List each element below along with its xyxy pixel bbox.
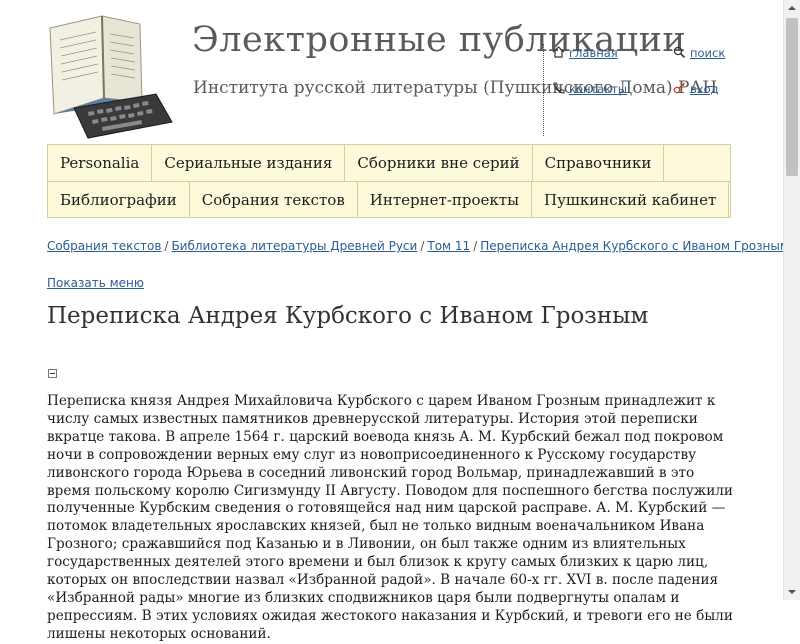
search-link-wrap[interactable]: поиск: [673, 46, 725, 60]
breadcrumb-item[interactable]: Том 11: [427, 239, 470, 253]
breadcrumb-separator: /: [164, 239, 169, 253]
site-subtitle: Института русской литературы (Пушкинског…: [193, 78, 718, 98]
nav-row-2: Библиографии Собрания текстов Интернет-п…: [48, 182, 730, 218]
page-title: Переписка Андрея Курбского с Иваном Гроз…: [47, 303, 649, 329]
nav-item-bibliographies[interactable]: Библиографии: [48, 182, 190, 218]
nav-item-reference[interactable]: Справочники: [533, 145, 665, 181]
home-link-wrap[interactable]: главная: [552, 46, 618, 60]
main-nav: Personalia Сериальные издания Сборники в…: [47, 144, 731, 218]
collapse-toggle-icon[interactable]: [48, 369, 57, 378]
header-divider: [543, 44, 544, 136]
article-body: Переписка князя Андрея Михайловича Курбс…: [47, 393, 733, 642]
nav-item-personalia[interactable]: Personalia: [48, 145, 153, 181]
phone-icon: [552, 82, 566, 94]
show-menu-link[interactable]: Показать меню: [47, 276, 144, 290]
nav-row-1: Personalia Сериальные издания Сборники в…: [48, 145, 665, 181]
breadcrumb: Собрания текстов / Библиотека литературы Д…: [47, 239, 789, 253]
nav-item-collections[interactable]: Сборники вне серий: [345, 145, 533, 181]
nav-item-internet-projects[interactable]: Интернет-проекты: [358, 182, 533, 218]
search-icon: [673, 46, 687, 59]
breadcrumb-item[interactable]: Собрания текстов: [47, 239, 161, 253]
home-link[interactable]: главная: [569, 46, 618, 60]
nav-item-pushkin-cabinet[interactable]: Пушкинский кабинет: [532, 182, 730, 218]
scrollbar-thumb[interactable]: [786, 18, 798, 176]
breadcrumb-item-current[interactable]: Переписка Андрея Курбского с Иваном Гроз…: [480, 239, 789, 253]
key-icon: [673, 82, 687, 94]
scroll-up-arrow-icon[interactable]: [784, 0, 800, 17]
site-logo[interactable]: [44, 10, 174, 140]
contacts-link[interactable]: контакты: [569, 82, 627, 96]
vertical-scrollbar[interactable]: [783, 0, 800, 600]
home-icon: [552, 46, 566, 58]
search-link[interactable]: поиск: [690, 46, 725, 60]
breadcrumb-separator: /: [420, 239, 425, 253]
contacts-link-wrap[interactable]: контакты: [552, 82, 627, 96]
breadcrumb-item[interactable]: Библиотека литературы Древней Руси: [171, 239, 417, 253]
scroll-down-arrow-icon[interactable]: [784, 583, 800, 600]
login-link[interactable]: вход: [690, 82, 719, 96]
login-link-wrap[interactable]: вход: [673, 82, 719, 96]
nav-item-text-collections[interactable]: Собрания текстов: [190, 182, 358, 218]
nav-item-serial-editions[interactable]: Сериальные издания: [152, 145, 346, 181]
breadcrumb-separator: /: [473, 239, 478, 253]
